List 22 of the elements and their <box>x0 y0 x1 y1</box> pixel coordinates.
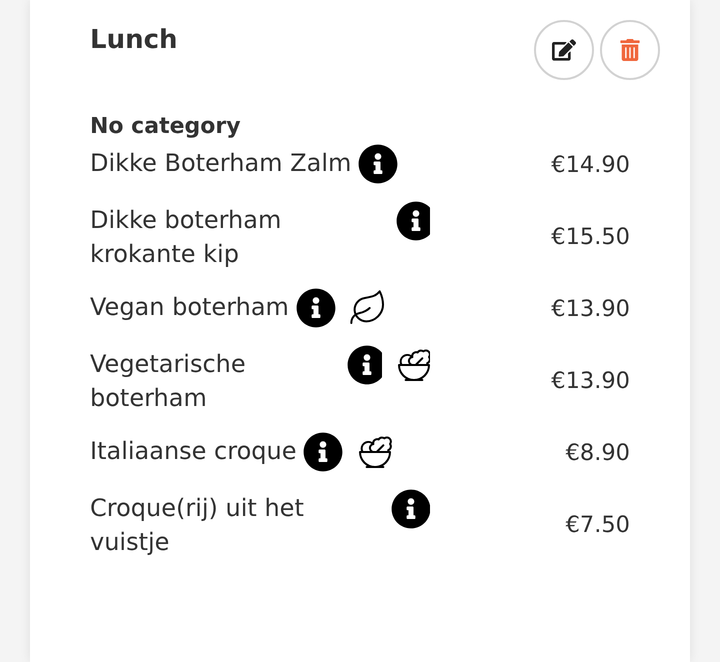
info-icon[interactable] <box>358 144 398 184</box>
item-price: €8.90 <box>566 439 630 468</box>
info-icon[interactable] <box>346 345 382 385</box>
info-icon[interactable] <box>303 432 344 472</box>
item-price: €14.90 <box>551 151 630 180</box>
edit-icon <box>552 38 576 62</box>
section-title: Lunch <box>90 24 178 56</box>
item-price: €7.50 <box>566 511 630 540</box>
item-price: €15.50 <box>551 223 630 252</box>
item-name: Vegan boterham <box>90 292 289 323</box>
item-name: Dikke boterham krokante kip <box>90 205 282 270</box>
item-price: €13.90 <box>551 295 630 324</box>
item-name: Dikke Boterham Zalm <box>90 148 352 179</box>
item-name: Vegetarische boterham <box>90 349 247 414</box>
item-name: Italiaanse croque <box>90 436 296 467</box>
info-icon[interactable] <box>396 201 430 241</box>
info-icon[interactable] <box>296 288 336 328</box>
category-title: No category <box>90 113 242 141</box>
item-price: €13.90 <box>551 367 630 396</box>
item-name: Croque(rij) uit het vuistje <box>90 493 305 558</box>
trash-icon <box>619 39 641 61</box>
info-icon[interactable] <box>390 489 430 529</box>
